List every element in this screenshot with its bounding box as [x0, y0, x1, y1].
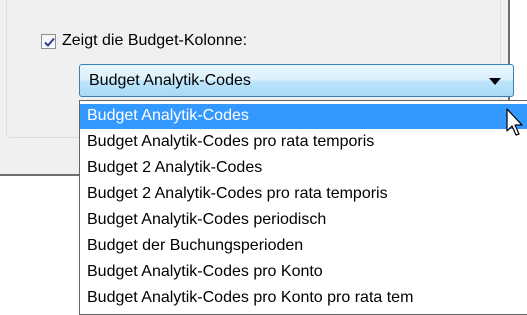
- dropdown-option[interactable]: Budget der Buchungsperioden: [80, 234, 527, 259]
- budget-column-checkbox[interactable]: [41, 33, 56, 49]
- dropdown-option[interactable]: Budget Analytik-Codes periodisch: [80, 208, 527, 233]
- dropdown-option[interactable]: Budget 2 Analytik-Codes: [80, 156, 527, 181]
- dropdown-option[interactable]: Budget Analytik-Codes: [80, 104, 527, 129]
- dropdown-option[interactable]: Budget Analytik-Codes pro Konto: [80, 260, 527, 285]
- chevron-down-icon[interactable]: [489, 78, 501, 85]
- budget-type-dropdown-list[interactable]: Budget Analytik-Codes Budget Analytik-Co…: [79, 100, 527, 315]
- budget-type-combobox[interactable]: Budget Analytik-Codes: [79, 64, 514, 97]
- dropdown-option[interactable]: Budget 2 Analytik-Codes pro rata tempori…: [80, 182, 527, 207]
- dropdown-option[interactable]: Budget Analytik-Codes pro Konto pro rata…: [80, 286, 527, 311]
- dropdown-option[interactable]: Budget Analytik-Codes pro rata temporis: [80, 130, 527, 155]
- checkbox-label: Zeigt die Budget-Kolonne:: [62, 32, 248, 49]
- checkmark-icon: [44, 37, 55, 47]
- budget-column-checkbox-row[interactable]: Zeigt die Budget-Kolonne:: [41, 30, 247, 52]
- combobox-selected-value: Budget Analytik-Codes: [89, 72, 251, 89]
- mouse-pointer-icon: [506, 108, 523, 136]
